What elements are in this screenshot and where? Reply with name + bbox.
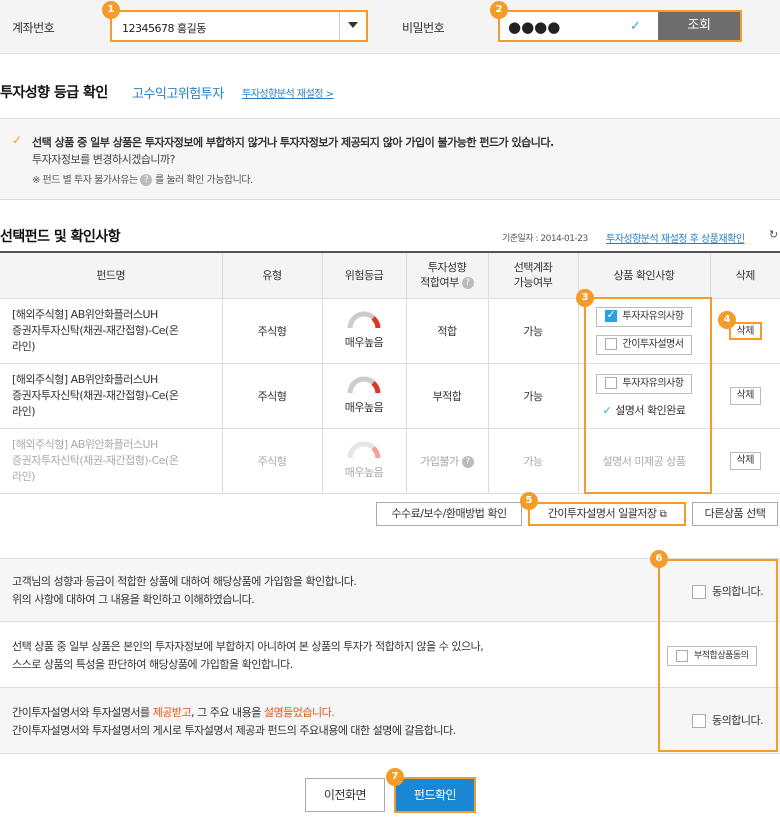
- avail-status: 가능: [487, 363, 578, 429]
- marker-badge-1: 1: [102, 1, 120, 19]
- notice-line2: 투자자정보를 변경하시겠습니까?: [32, 153, 176, 166]
- password-label: 비밀번호: [402, 21, 445, 35]
- risk-gauge-icon: [347, 441, 381, 459]
- risk-gauge-icon: [347, 376, 381, 394]
- fund-confirm-button[interactable]: 펀드확인: [394, 777, 476, 813]
- marker-badge-3: 3: [576, 289, 594, 307]
- risk-level: 매우높음: [344, 336, 384, 349]
- col-header: 선택계좌 가능여부: [487, 251, 578, 299]
- help-icon[interactable]: ?: [140, 174, 153, 186]
- check-icon: ✓: [12, 133, 22, 147]
- risk-cell: 매우높음: [321, 298, 406, 364]
- fit-status: 부적합: [405, 363, 488, 429]
- fund-section-title: 선택펀드 및 확인사항: [0, 229, 121, 245]
- account-select[interactable]: 12345678 홍길동: [110, 10, 368, 42]
- notice-box: ✓ 선택 상품 중 일부 상품은 투자자정보에 부합하지 않거나 투자자정보가 …: [0, 118, 780, 200]
- recheck-link[interactable]: 투자성향분석 재설정 후 상품재확인: [606, 230, 745, 245]
- grade-header: 투자성향 등급 확인 고수익고위험투자 투자성향분석 재설정 >: [0, 82, 780, 102]
- delete-button[interactable]: 삭제: [729, 386, 761, 405]
- grade-title: 투자성향 등급 확인: [0, 85, 108, 101]
- delete-button[interactable]: 삭제: [729, 451, 761, 470]
- agree-highlight: [658, 559, 778, 752]
- check-icon: ✓: [630, 19, 641, 34]
- marker-badge-2: 2: [490, 1, 508, 19]
- marker-badge-5: 5: [520, 492, 538, 510]
- grade-value: 고수익고위험투자: [132, 87, 224, 102]
- col-header: 유형: [221, 251, 322, 299]
- check-items-highlight: [584, 297, 712, 494]
- refresh-icon[interactable]: ↻: [769, 228, 778, 241]
- account-select-value: 12345678 홍길동: [122, 22, 206, 35]
- other-product-button[interactable]: 다른상품 선택: [692, 502, 778, 526]
- table-header-row: 펀드명 유형 위험등급 투자성향 적합여부 ? 선택계좌 가능여부 상품 확인사항 …: [0, 251, 780, 299]
- avail-status: 가능: [487, 428, 578, 494]
- prev-button[interactable]: 이전화면: [305, 778, 385, 812]
- fund-name[interactable]: [해외주식형] AB위안화플러스UH 증권자투자신탁(채권-재간접형)-Ce(온…: [0, 363, 222, 429]
- password-value: ●●●●: [508, 18, 561, 36]
- password-field[interactable]: ●●●● ✓ 조회: [498, 10, 742, 42]
- base-date: 기준일자 : 2014-01-23: [502, 234, 588, 244]
- risk-cell: 매우높음: [321, 363, 406, 429]
- risk-level: 매우높음: [344, 466, 384, 479]
- notice-line3: ※ 펀드 별 투자 불가사유는 ? 를 눌러 확인 가능합니다.: [32, 174, 253, 186]
- col-header: 위험등급: [321, 251, 406, 299]
- fund-name[interactable]: [해외주식형] AB위안화플러스UH 증권자투자신탁(채권-재간접형)-Ce(온…: [0, 298, 222, 364]
- marker-badge-7: 7: [386, 768, 404, 786]
- delete-cell: 삭제: [709, 298, 780, 364]
- fund-type: 주식형: [221, 298, 322, 364]
- delete-cell: 삭제: [709, 363, 780, 429]
- risk-gauge-icon: [347, 311, 381, 329]
- help-icon[interactable]: ?: [461, 277, 474, 290]
- save-prospectus-button[interactable]: 간이투자설명서 일괄저장 ⧉: [528, 502, 686, 526]
- lookup-button[interactable]: 조회: [658, 12, 740, 40]
- fit-status: 적합: [405, 298, 488, 364]
- risk-cell: 매우높음: [321, 428, 406, 494]
- help-icon[interactable]: ?: [461, 455, 474, 468]
- chevron-down-icon: [348, 22, 358, 28]
- risk-level: 매우높음: [344, 401, 384, 414]
- copy-icon: ⧉: [659, 509, 667, 520]
- col-header: 투자성향 적합여부 ?: [405, 251, 488, 299]
- reanalysis-link[interactable]: 투자성향분석 재설정 >: [242, 85, 334, 100]
- col-header: 상품 확인사항: [577, 251, 710, 299]
- col-header: 펀드명: [0, 251, 222, 299]
- marker-badge-6: 6: [650, 550, 668, 568]
- delete-cell: 삭제: [709, 428, 780, 494]
- fund-name[interactable]: [해외주식형] AB위안화플러스UH 증권자투자신탁(채권-재간접형)-Ce(온…: [0, 428, 222, 494]
- fee-info-button[interactable]: 수수료/보수/환매방법 확인: [376, 502, 522, 526]
- fund-type: 주식형: [221, 363, 322, 429]
- col-header: 삭제: [709, 251, 780, 299]
- account-label: 계좌번호: [12, 21, 55, 35]
- account-bar: 계좌번호 12345678 홍길동 1 비밀번호 ●●●● ✓ 조회 2: [0, 0, 780, 54]
- fund-type: 주식형: [221, 428, 322, 494]
- avail-status: 가능: [487, 298, 578, 364]
- marker-badge-4: 4: [718, 311, 736, 329]
- notice-line1: 선택 상품 중 일부 상품은 투자자정보에 부합하지 않거나 투자자정보가 제공…: [32, 136, 554, 149]
- fit-status: 가입불가 ?: [405, 428, 488, 494]
